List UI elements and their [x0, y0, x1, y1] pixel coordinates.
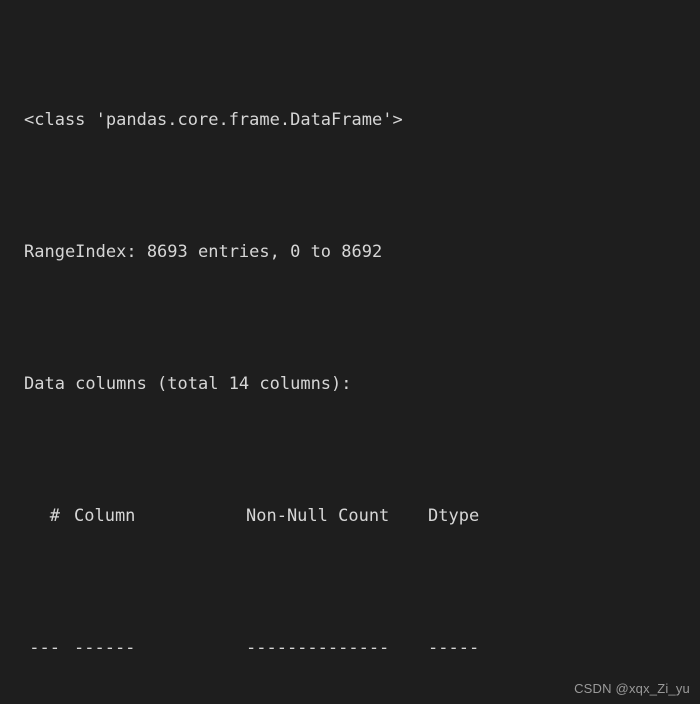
header-index: #: [49, 506, 60, 526]
data-columns-line-text: Data columns (total 14 columns):: [24, 374, 352, 394]
rule-column: ------: [74, 638, 136, 658]
rule-count: --------------: [246, 638, 390, 658]
header-count: Non-Null Count: [246, 506, 390, 526]
table-header-row: # Column Non-Null Count Dtype: [24, 500, 500, 533]
dataframe-info-output: <class 'pandas.core.frame.DataFrame'> Ra…: [24, 5, 500, 704]
table-rule-row: --- ------ -------------- -----: [24, 632, 500, 665]
rule-index: ---: [29, 638, 60, 658]
rule-dtype: -----: [428, 638, 480, 658]
header-column: Column: [74, 506, 136, 526]
rangeindex-line-text: RangeIndex: 8693 entries, 0 to 8692: [24, 242, 383, 262]
class-line-text: <class 'pandas.core.frame.DataFrame'>: [24, 110, 403, 130]
csdn-watermark: CSDN @xqx_Zi_yu: [574, 681, 690, 696]
header-dtype: Dtype: [428, 506, 480, 526]
class-line: <class 'pandas.core.frame.DataFrame'>: [24, 104, 500, 137]
data-columns-line: Data columns (total 14 columns):: [24, 368, 500, 401]
terminal-output-screen: <class 'pandas.core.frame.DataFrame'> Ra…: [0, 0, 700, 704]
rangeindex-line: RangeIndex: 8693 entries, 0 to 8692: [24, 236, 500, 269]
